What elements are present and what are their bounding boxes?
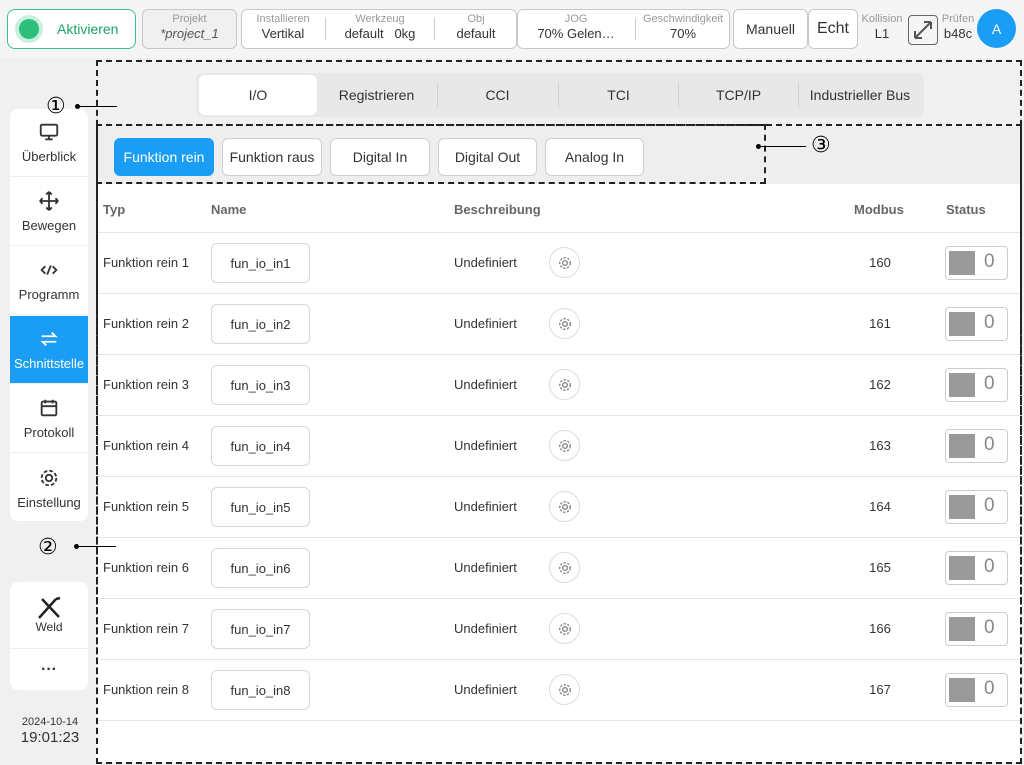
sidebar-item-label: Schnittstelle	[13, 356, 85, 371]
annotation-box-subtabs	[96, 124, 766, 184]
project-box[interactable]: Projekt *project_1	[142, 9, 237, 49]
jog-speed-box[interactable]: JOG 70% Gelen… Geschwindigkeit 70%	[517, 9, 730, 49]
callout-line	[760, 146, 806, 147]
tool-name: default	[344, 26, 384, 41]
real-button[interactable]: Echt	[808, 9, 858, 49]
obj-value: default	[456, 26, 496, 41]
top-bar: Aktivieren Projekt *project_1 Installier…	[0, 0, 1024, 58]
sidebar-item-settings[interactable]: Einstellung	[10, 454, 88, 522]
project-value: *project_1	[160, 26, 219, 41]
tool-title: Werkzeug	[355, 13, 405, 25]
monitor-icon	[39, 123, 59, 141]
annotation-box-content	[96, 124, 1022, 764]
interface-icon	[40, 331, 58, 347]
callout-line	[79, 106, 117, 107]
collision-value: L1	[874, 26, 890, 41]
calendar-icon	[40, 399, 58, 417]
expand-icon[interactable]	[908, 15, 938, 45]
plugin-panel: Weld ···	[10, 582, 88, 690]
check-value: b48c	[943, 26, 973, 41]
check-indicator[interactable]: Prüfen b48c	[940, 13, 976, 51]
avatar[interactable]: A	[977, 9, 1016, 48]
tool-mass: 0kg	[394, 26, 416, 41]
install-value: Vertikal	[261, 26, 305, 41]
sidebar-item-overview[interactable]: Überblick	[10, 109, 88, 177]
callout-1: ①	[46, 94, 66, 119]
sidebar-item-program[interactable]: Programm	[10, 247, 88, 315]
callout-line	[78, 546, 116, 547]
status-dot-icon	[19, 19, 39, 39]
sidebar-item-interface[interactable]: Schnittstelle	[10, 316, 88, 384]
sidebar-item-label: Einstellung	[17, 494, 81, 510]
weld-button[interactable]: Weld	[10, 582, 88, 649]
install-title: Installieren	[256, 13, 310, 25]
tool-value: default 0kg	[326, 26, 434, 41]
move-icon	[39, 191, 59, 211]
collision-indicator[interactable]: Kollision L1	[860, 13, 904, 51]
activate-label: Aktivieren	[57, 21, 119, 37]
installation-box[interactable]: Installieren Vertikal Werkzeug default 0…	[241, 9, 517, 49]
project-title: Projekt	[172, 13, 207, 25]
check-title: Prüfen	[941, 13, 975, 25]
weld-label: Weld	[35, 620, 63, 634]
date-label: 2024-10-14	[21, 716, 79, 728]
speed-title: Geschwindigkeit	[642, 13, 724, 25]
collision-title: Kollision	[861, 13, 903, 25]
sidebar-item-move[interactable]: Bewegen	[10, 178, 88, 246]
code-icon	[40, 265, 58, 275]
jog-title: JOG	[564, 13, 588, 25]
time-label: 19:01:23	[20, 729, 80, 746]
speed-value: 70%	[669, 26, 697, 41]
callout-3: ③	[811, 133, 831, 158]
sidebar-item-label: Programm	[18, 287, 80, 302]
sidebar-item-label: Bewegen	[21, 218, 77, 233]
more-button[interactable]: ···	[10, 650, 88, 690]
activate-button[interactable]: Aktivieren	[7, 9, 136, 49]
mode-button[interactable]: Manuell	[733, 9, 808, 49]
weld-icon	[38, 596, 61, 619]
jog-value: 70% Gelen…	[537, 26, 615, 41]
gear-icon	[40, 469, 58, 486]
obj-title: Obj	[467, 13, 485, 25]
sidebar-item-label: Protokoll	[23, 425, 75, 440]
sidebar: Überblick Bewegen Programm Schnittstelle…	[10, 109, 88, 521]
sidebar-item-protocol[interactable]: Protokoll	[10, 385, 88, 453]
callout-2: ②	[38, 535, 58, 560]
sidebar-item-label: Überblick	[21, 149, 77, 164]
